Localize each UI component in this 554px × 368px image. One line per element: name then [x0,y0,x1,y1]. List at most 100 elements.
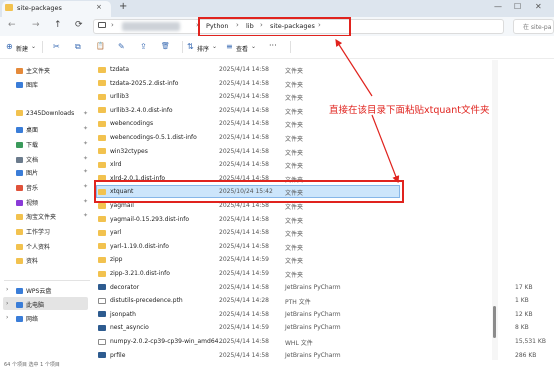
file-type: 文件夹 [285,136,304,143]
minimize-button[interactable]: — [494,2,502,11]
file-name: numpy-2.0.2-cp39-cp39-win_amd64.... [110,338,227,345]
annotation-text: 直接在该目录下面粘贴xtquant文件夹 [329,105,490,116]
chevron-down-icon[interactable]: ⌄ [251,43,256,50]
sidebar-item-label: 资料 [26,258,39,265]
file-type: 文件夹 [285,68,304,75]
sidebar-item-label: WPS云盘 [26,288,52,295]
file-name: yarl-1.19.0.dist-info [110,242,169,250]
pin-icon: ✦ [83,183,89,190]
chevron-down-icon[interactable]: ⌄ [31,43,36,50]
sidebar-item-label: 视频 [26,200,39,207]
folder-icon [16,127,23,133]
sidebar-tree-item[interactable]: WPS云盘 [16,286,51,298]
file-name: urllib3-2.4.0.dist-info [110,106,173,114]
file-type: PTH 文件 [285,299,311,307]
file-type: 文件夹 [285,122,304,130]
file-size: 1 KB [515,297,529,305]
folder-icon [16,157,23,163]
chevron-right-icon[interactable]: › [6,300,8,307]
file-name: tzdata-2025.2.dist-info [110,79,179,87]
new-button-label[interactable]: 新建 [16,44,28,53]
sidebar-item-label: 下载 [26,142,39,149]
pycharm-file-icon [98,284,106,291]
sidebar-item[interactable]: 工作学习 [16,227,50,239]
file-size: 12 KB [515,310,533,318]
breadcrumb-chevron[interactable]: › [111,21,114,29]
pin-icon: ✦ [83,198,89,205]
chevron-right-icon[interactable]: › [6,314,8,321]
cut-icon[interactable]: ✂ [53,42,60,51]
pin-icon: ✦ [83,125,89,132]
toolbar-divider [42,41,43,53]
file-name: zipp-3.21.0.dist-info [110,270,170,277]
folder-icon [5,4,13,11]
new-icon[interactable]: ⊕ [6,42,13,51]
sort-icon[interactable]: ⇅ [187,42,194,51]
refresh-button[interactable]: ⟳ [75,20,83,30]
close-window-button[interactable]: ✕ [535,2,542,11]
forward-button[interactable]: → [32,20,40,30]
folder-icon [16,258,23,264]
pin-icon: ✦ [83,168,89,175]
file-name: zipp [110,256,123,264]
breadcrumb-redacted [122,22,180,31]
file-date: 2025/4/14 14:58 [219,120,269,128]
file-date: 2025/4/14 14:28 [219,297,269,305]
view-icon[interactable]: ≡ [226,42,233,51]
chevron-right-icon[interactable]: › [6,286,8,293]
folder-icon [98,216,106,223]
more-options-button[interactable]: ··· [269,41,277,50]
file-date: 2025/4/14 14:59 [219,324,269,332]
sidebar-item[interactable]: 视频 [16,198,38,210]
file-type: 文件夹 [285,244,304,252]
file-date: 2025/4/14 14:58 [219,215,269,223]
new-tab-button[interactable]: + [119,1,127,12]
folder-icon [98,161,106,168]
sidebar-item[interactable]: 主文件夹 [16,66,50,78]
sort-button-label[interactable]: 排序 [197,44,209,53]
sidebar-tree-item[interactable]: 网络 [16,314,38,326]
sidebar-item[interactable]: 2345Downloads [16,110,74,122]
toolbar-divider [182,41,183,53]
file-type: JetBrains PyCharm [285,351,341,359]
file-icon [98,338,106,345]
sidebar-item-label: 文档 [26,157,39,164]
folder-icon [16,68,23,74]
file-name: xlrd [110,161,122,169]
maximize-button[interactable]: ☐ [514,2,521,11]
sidebar-item-label: 此电脑 [26,302,45,309]
folder-icon [98,66,106,73]
tab-close-icon[interactable]: × [96,3,102,11]
sidebar-item[interactable]: 个人资料 [16,242,50,254]
sidebar-item[interactable]: 桌面 [16,125,38,137]
scrollbar-thumb[interactable] [493,306,496,338]
sidebar-item[interactable]: 图库 [16,80,38,92]
sidebar-item[interactable]: 资料 [16,256,38,268]
copy-icon[interactable]: ⧉ [75,42,81,52]
sidebar-item[interactable]: 下载 [16,140,38,152]
sidebar-tree-item[interactable]: 此电脑 [16,300,44,312]
share-icon[interactable]: ⇪ [140,42,147,51]
file-name: yagmail-0.15.293.dist-info [110,215,190,223]
up-button[interactable]: ↑ [54,20,62,30]
file-type: WHL 文件 [285,340,313,347]
rename-icon[interactable]: ✎ [118,42,125,51]
sidebar-item[interactable]: 音乐 [16,183,38,195]
file-date: 2025/4/14 14:58 [219,79,269,87]
sidebar-item[interactable]: 图片 [16,168,38,180]
file-name: jsonpath [110,310,136,318]
folder-icon [98,107,106,114]
sidebar-item[interactable]: 淘宝文件夹 [16,212,56,224]
sidebar-item[interactable]: 文档 [16,155,38,167]
folder-icon [16,142,23,148]
file-date: 2025/4/14 14:58 [219,93,269,101]
chevron-down-icon[interactable]: ⌄ [212,43,217,50]
back-button[interactable]: ← [8,20,16,30]
paste-icon[interactable]: 📋 [96,42,105,50]
sidebar-item-label: 网络 [26,316,39,323]
file-icon [98,297,106,304]
file-type: 文件夹 [285,81,304,89]
delete-icon[interactable]: 🗑 [161,42,170,50]
command-bar [0,36,554,59]
view-button-label[interactable]: 查看 [236,44,248,53]
